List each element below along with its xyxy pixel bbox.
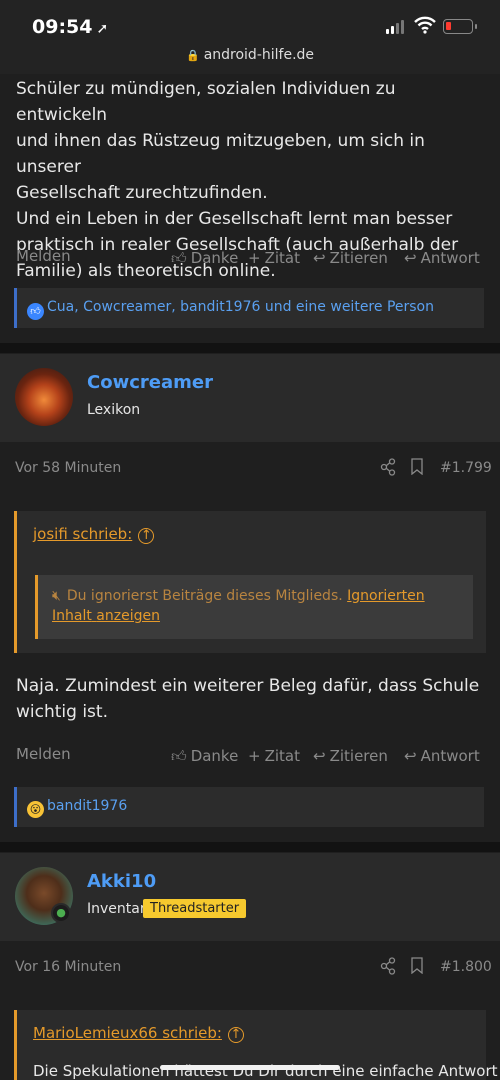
bookmark-icon[interactable] xyxy=(411,957,423,974)
reactions-bar[interactable]: 😮︎ bandit1976 xyxy=(14,787,484,827)
report-button[interactable]: Melden xyxy=(16,247,71,265)
jump-up-icon[interactable]: ↑ xyxy=(227,1027,244,1043)
online-status-icon: ● xyxy=(51,903,71,923)
quote-add-button[interactable]: + Zitat xyxy=(248,249,300,267)
share-icon[interactable] xyxy=(380,458,396,476)
user-title: Inventar xyxy=(87,901,146,917)
reply-arrow-icon: ↩ xyxy=(313,747,326,765)
username-link[interactable]: Cowcreamer xyxy=(87,372,213,393)
wifi-icon xyxy=(414,16,436,34)
reply-button[interactable]: ↩ Antwort xyxy=(404,249,480,267)
clock: 09:54 ➚ xyxy=(32,16,109,38)
cellular-signal-icon xyxy=(386,20,406,34)
post-number[interactable]: #1.799 xyxy=(440,460,492,476)
mute-icon: 🔇︎ xyxy=(52,588,61,604)
address-bar[interactable]: 🔒 android-hilfe.de xyxy=(0,47,500,63)
battery-icon xyxy=(443,19,477,34)
reply-icon: ↩ xyxy=(404,249,417,267)
reactions-bar[interactable]: 👍︎ Cua, Cowcreamer, bandit1976 und eine w… xyxy=(14,288,484,328)
thumbs-up-icon: 👍︎ xyxy=(171,249,187,267)
quote-author-link[interactable]: josifi schrieb: ↑ xyxy=(33,525,155,544)
like-reaction-icon: 👍︎ xyxy=(27,303,44,320)
reactions-list[interactable]: Cua, Cowcreamer, bandit1976 und eine wei… xyxy=(47,299,434,315)
post-time[interactable]: Vor 58 Minuten xyxy=(15,460,121,476)
post-number[interactable]: #1.800 xyxy=(440,959,492,975)
post-body: Naja. Zumindest ein weiterer Beleg dafür… xyxy=(16,673,486,725)
post-meta: Vor 16 Minuten #1.800 xyxy=(0,957,500,981)
report-button[interactable]: Melden xyxy=(16,745,71,763)
text-line: Und ein Leben in der Gesellschaft lernt … xyxy=(16,209,453,229)
text-line: Naja. Zumindest ein weiterer Beleg dafür… xyxy=(16,676,480,696)
user-header: Cowcreamer Lexikon xyxy=(0,354,500,442)
text-line: wichtig ist. xyxy=(16,702,108,722)
plus-icon: + xyxy=(248,249,261,267)
reply-button[interactable]: ↩ Antwort xyxy=(404,747,480,765)
user-title: Lexikon xyxy=(87,402,141,418)
bookmark-icon[interactable] xyxy=(411,458,423,475)
cite-button[interactable]: ↩ Zitieren xyxy=(313,747,388,765)
plus-icon: + xyxy=(248,747,261,765)
thanks-button[interactable]: 👍︎ Danke xyxy=(171,747,238,766)
quote-block: josifi schrieb: ↑ 🔇︎ Du ignorierst Beiträg… xyxy=(14,511,486,653)
quote-add-button[interactable]: + Zitat xyxy=(248,747,300,765)
ignored-content-notice: 🔇︎ Du ignorierst Beiträge dieses Mitglied… xyxy=(35,575,473,639)
text-line: Gesellschaft zurechtzufinden. xyxy=(16,183,268,203)
post-time[interactable]: Vor 16 Minuten xyxy=(15,959,121,975)
quote-author-link[interactable]: MarioLemieux66 schrieb: ↑ xyxy=(33,1024,244,1043)
user-header: ● Akki10 Inventar Threadstarter xyxy=(0,853,500,941)
reply-icon: ↩ xyxy=(404,747,417,765)
post-actions: Melden 👍︎ Danke + Zitat ↩ Zitieren ↩ Antwort xyxy=(0,247,500,271)
home-indicator[interactable] xyxy=(160,1065,340,1070)
cite-button[interactable]: ↩ Zitieren xyxy=(313,249,388,267)
share-icon[interactable] xyxy=(380,957,396,975)
username-link[interactable]: Akki10 xyxy=(87,871,156,892)
jump-up-icon[interactable]: ↑ xyxy=(138,528,155,544)
reply-arrow-icon: ↩ xyxy=(313,249,326,267)
reactions-list[interactable]: bandit1976 xyxy=(47,798,127,814)
threadstarter-badge: Threadstarter xyxy=(143,899,247,918)
wow-reaction-icon: 😮︎ xyxy=(27,801,44,818)
location-arrow-icon: ➚ xyxy=(96,21,109,37)
post-divider xyxy=(0,343,500,353)
thumbs-up-icon: 👍︎ xyxy=(171,747,187,765)
post-meta: Vor 58 Minuten #1.799 xyxy=(0,458,500,482)
text-line: Schüler zu mündigen, sozialen Individuen… xyxy=(16,79,396,125)
avatar[interactable] xyxy=(15,368,73,426)
post-actions: Melden 👍︎ Danke + Zitat ↩ Zitieren ↩ Antwort xyxy=(0,745,500,769)
thanks-button[interactable]: 👍︎ Danke xyxy=(171,249,238,268)
status-bar: 09:54 ➚ 🔒 android-hilfe.de xyxy=(0,0,500,74)
text-line: und ihnen das Rüstzeug mitzugeben, um si… xyxy=(16,131,425,177)
post-divider xyxy=(0,842,500,852)
lock-icon: 🔒 xyxy=(185,49,200,62)
